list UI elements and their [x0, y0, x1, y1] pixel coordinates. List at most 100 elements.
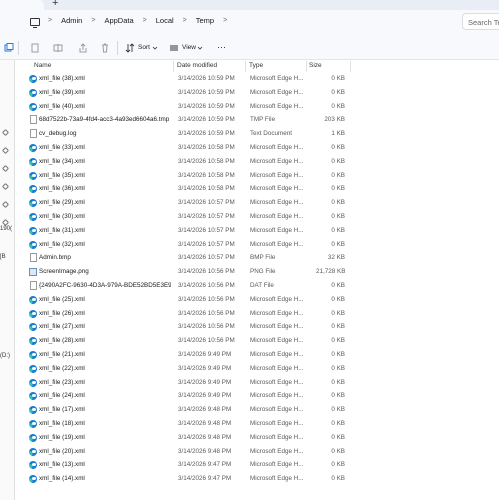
table-row[interactable]: xml_file (27).xml 3/14/2026 10:56 PM Micro… — [16, 320, 499, 334]
column-name[interactable]: Name — [34, 62, 51, 69]
more-options-button[interactable]: ··· — [217, 42, 226, 52]
breadcrumb[interactable]: > Admin > AppData > Local > Temp > — [48, 16, 227, 25]
table-row[interactable]: xml_file (23).xml 3/14/2026 9:49 PM Micros… — [16, 376, 499, 390]
chevron-right-icon[interactable]: > — [143, 17, 147, 24]
column-date-modified[interactable]: Date modified — [177, 62, 217, 69]
edge-icon — [29, 323, 37, 332]
new-item-icon[interactable] — [4, 43, 14, 53]
table-row[interactable]: xml_file (39).xml 3/14/2026 10:59 PM Micro… — [16, 86, 499, 100]
table-row[interactable]: xml_file (34).xml 3/14/2026 10:58 PM Micro… — [16, 155, 499, 169]
table-row[interactable]: {2490A2FC-9630-4D3A-979A-BDE52BD5E3E9} -… — [16, 279, 499, 293]
table-row[interactable]: xml_file (36).xml 3/14/2026 10:58 PM Micro… — [16, 182, 499, 196]
column-size[interactable]: Size — [309, 62, 322, 69]
table-row[interactable]: xml_file (19).xml 3/14/2026 9:48 PM Micros… — [16, 431, 499, 445]
search-input[interactable]: Search Te — [462, 13, 499, 30]
edge-icon — [29, 88, 37, 97]
table-row[interactable]: xml_file (24).xml 3/14/2026 9:49 PM Micros… — [16, 389, 499, 403]
table-row[interactable]: Admin.bmp 3/14/2026 10:57 PM BMP File 32 KB — [16, 251, 499, 265]
edge-icon — [29, 364, 37, 373]
column-divider[interactable] — [306, 61, 307, 72]
file-size: 0 KB — [331, 226, 345, 234]
column-header: Name Date modified Type Size — [16, 60, 499, 72]
table-row[interactable]: xml_file (26).xml 3/14/2026 10:56 PM Micro… — [16, 307, 499, 321]
table-row[interactable]: xml_file (29).xml 3/14/2026 10:57 PM Micro… — [16, 196, 499, 210]
breadcrumb-appdata[interactable]: AppData — [104, 16, 133, 25]
edge-icon — [29, 461, 37, 470]
edge-icon — [29, 309, 37, 318]
column-divider[interactable] — [245, 61, 246, 72]
edge-icon — [29, 171, 37, 180]
file-type: Microsoft Edge H... — [250, 213, 304, 220]
sort-icon[interactable] — [125, 43, 135, 53]
edge-icon — [29, 213, 37, 221]
file-type: PNG File — [250, 268, 276, 276]
pin-icon — [1, 146, 10, 155]
new-tab-button[interactable]: + — [52, 0, 58, 9]
table-row[interactable]: xml_file (35).xml 3/14/2026 10:58 PM Micro… — [16, 169, 499, 183]
edge-icon — [29, 337, 37, 346]
chevron-down-icon[interactable] — [152, 45, 158, 51]
file-size: 32 KB — [327, 254, 345, 262]
breadcrumb-admin[interactable]: Admin — [61, 16, 82, 25]
table-row[interactable]: xml_file (31).xml 3/14/2026 10:57 PM Micro… — [16, 224, 499, 238]
table-row[interactable]: xml_file (38).xml 3/14/2026 10:59 PM Micro… — [16, 72, 499, 86]
nav-item-truncated[interactable]: (D:) — [0, 353, 10, 359]
column-type[interactable]: Type — [249, 62, 263, 69]
file-name: xml_file (27).xml — [39, 323, 85, 331]
file-date-modified: 3/14/2026 9:49 PM — [178, 378, 232, 386]
table-row[interactable]: xml_file (22).xml 3/14/2026 9:49 PM Micros… — [16, 362, 499, 376]
file-type: Microsoft Edge H... — [250, 337, 304, 345]
table-row[interactable]: xml_file (21).xml 3/14/2026 9:49 PM Micros… — [16, 348, 499, 362]
chevron-down-icon[interactable] — [197, 45, 203, 51]
copy-icon[interactable] — [30, 43, 40, 53]
edge-icon — [29, 351, 37, 359]
file-type: Microsoft Edge H... — [250, 144, 304, 151]
table-row[interactable]: cv_debug.log 3/14/2026 10:59 PM Text Docum… — [16, 127, 499, 141]
edge-icon — [29, 475, 37, 484]
delete-icon[interactable] — [100, 43, 110, 53]
document-icon — [30, 253, 37, 263]
table-row[interactable]: xml_file (25).xml 3/14/2026 10:56 PM Micro… — [16, 293, 499, 307]
sort-button[interactable]: Sort — [138, 44, 150, 51]
table-row[interactable]: xml_file (33).xml 3/14/2026 10:58 PM Micro… — [16, 141, 499, 155]
table-row[interactable]: xml_file (14).xml 3/14/2026 9:47 PM Micros… — [16, 472, 499, 486]
rename-icon[interactable] — [53, 43, 63, 53]
chevron-right-icon[interactable]: > — [183, 17, 187, 24]
breadcrumb-local[interactable]: Local — [156, 16, 174, 25]
this-pc-icon[interactable] — [30, 18, 40, 28]
file-date-modified: 3/14/2026 10:56 PM — [178, 337, 235, 345]
file-date-modified: 3/14/2026 10:57 PM — [178, 240, 235, 248]
column-divider[interactable] — [173, 61, 174, 72]
table-row[interactable]: xml_file (30).xml 3/14/2026 10:57 PM Micro… — [16, 210, 499, 224]
file-date-modified: 3/14/2026 10:58 PM — [178, 157, 235, 165]
table-row[interactable]: 68d7522b-73a9-4fd4-acc3-4a93ed6604a6.tmp… — [16, 113, 499, 127]
file-type: Microsoft Edge H... — [250, 461, 304, 469]
file-size: 0 KB — [331, 240, 345, 248]
active-tab[interactable] — [0, 0, 44, 10]
breadcrumb-temp[interactable]: Temp — [196, 16, 214, 25]
table-row[interactable]: xml_file (32).xml 3/14/2026 10:57 PM Micro… — [16, 238, 499, 252]
file-name: xml_file (18).xml — [39, 420, 85, 427]
share-icon[interactable] — [78, 43, 88, 53]
nav-item-truncated[interactable]: 190( — [0, 226, 12, 232]
table-row[interactable]: xml_file (13).xml 3/14/2026 9:47 PM Micros… — [16, 458, 499, 472]
file-type: Microsoft Edge H... — [250, 75, 304, 82]
chevron-right-icon[interactable]: > — [91, 17, 95, 24]
view-button[interactable]: View — [182, 44, 196, 51]
table-row[interactable]: xml_file (18).xml 3/14/2026 9:48 PM Micros… — [16, 417, 499, 431]
table-row[interactable]: xml_file (17).xml 3/14/2026 9:48 PM Micros… — [16, 403, 499, 417]
view-icon[interactable] — [169, 43, 179, 53]
table-row[interactable]: xml_file (28).xml 3/14/2026 10:56 PM Micro… — [16, 334, 499, 348]
file-name: xml_file (23).xml — [39, 378, 85, 386]
file-type: Text Document — [250, 130, 292, 138]
file-name: xml_file (40).xml — [39, 102, 85, 110]
table-row[interactable]: ScreenImage.png 3/14/2026 10:56 PM PNG Fil… — [16, 265, 499, 279]
table-row[interactable]: xml_file (20).xml 3/14/2026 9:48 PM Micros… — [16, 445, 499, 459]
column-divider[interactable] — [350, 61, 351, 72]
nav-item-truncated[interactable]: [B — [0, 254, 6, 260]
file-type: Microsoft Edge H... — [250, 433, 304, 441]
chevron-right-icon[interactable]: > — [48, 17, 52, 24]
table-row[interactable]: xml_file (40).xml 3/14/2026 10:59 PM Micro… — [16, 100, 499, 114]
navigation-pane[interactable]: 190( [B (D:) — [0, 60, 15, 500]
chevron-right-icon[interactable]: > — [223, 17, 227, 24]
